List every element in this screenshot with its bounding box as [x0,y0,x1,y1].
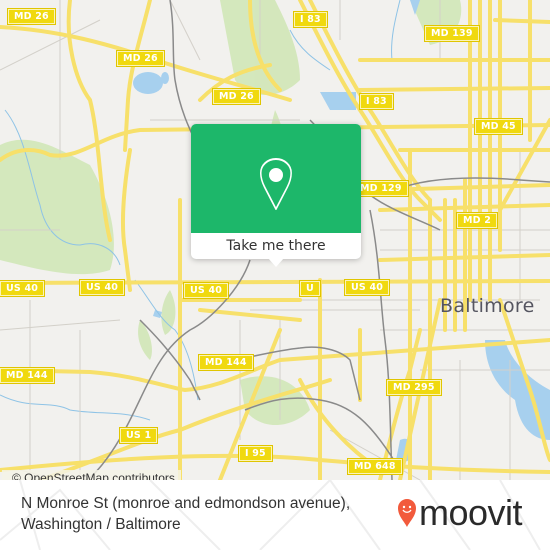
route-shield: MD 129 [354,181,408,196]
address-line-2: Washington / Baltimore [21,516,181,533]
route-shield: US 40 [80,280,125,295]
route-shield: US 40 [0,281,45,296]
route-shield: I 83 [294,12,327,27]
route-shield: US 40 [345,280,390,295]
route-shield: U [300,281,320,296]
city-label-baltimore: Baltimore [440,295,535,317]
address-line-1: N Monroe St (monroe and edmondson avenue… [21,495,351,512]
route-shield: MD 2 [457,213,498,228]
destination-popup: Take me there [191,124,361,267]
map[interactable]: Baltimore MD 26 MD 26 MD 26 I 83 MD 139 I 83 M… [0,0,550,480]
route-shield: MD 45 [475,119,522,134]
route-shield: MD 26 [213,89,260,104]
route-shield: MD 144 [199,355,253,370]
route-shield: MD 139 [425,26,479,41]
route-shield: I 95 [239,446,272,461]
moovit-pin-icon [397,498,417,532]
route-shield: US 40 [184,283,229,298]
location-pin-icon [255,158,297,216]
route-shield: MD 26 [117,51,164,66]
route-shield: MD 144 [0,368,54,383]
route-shield: MD 648 [348,459,402,474]
osm-attribution[interactable]: © OpenStreetMap contributors [2,470,181,480]
route-shield: I 83 [360,94,393,109]
location-address: N Monroe St (monroe and edmondson avenue… [21,493,350,535]
route-shield: US 1 [120,428,158,443]
take-me-there-button[interactable]: Take me there [191,233,361,259]
moovit-wordmark: moovit [419,492,523,533]
popup-header [191,124,361,233]
route-shield: MD 295 [387,380,441,395]
route-shield: MD 26 [8,9,55,24]
footer: N Monroe St (monroe and edmondson avenue… [0,480,550,550]
popup-pointer [268,258,284,267]
